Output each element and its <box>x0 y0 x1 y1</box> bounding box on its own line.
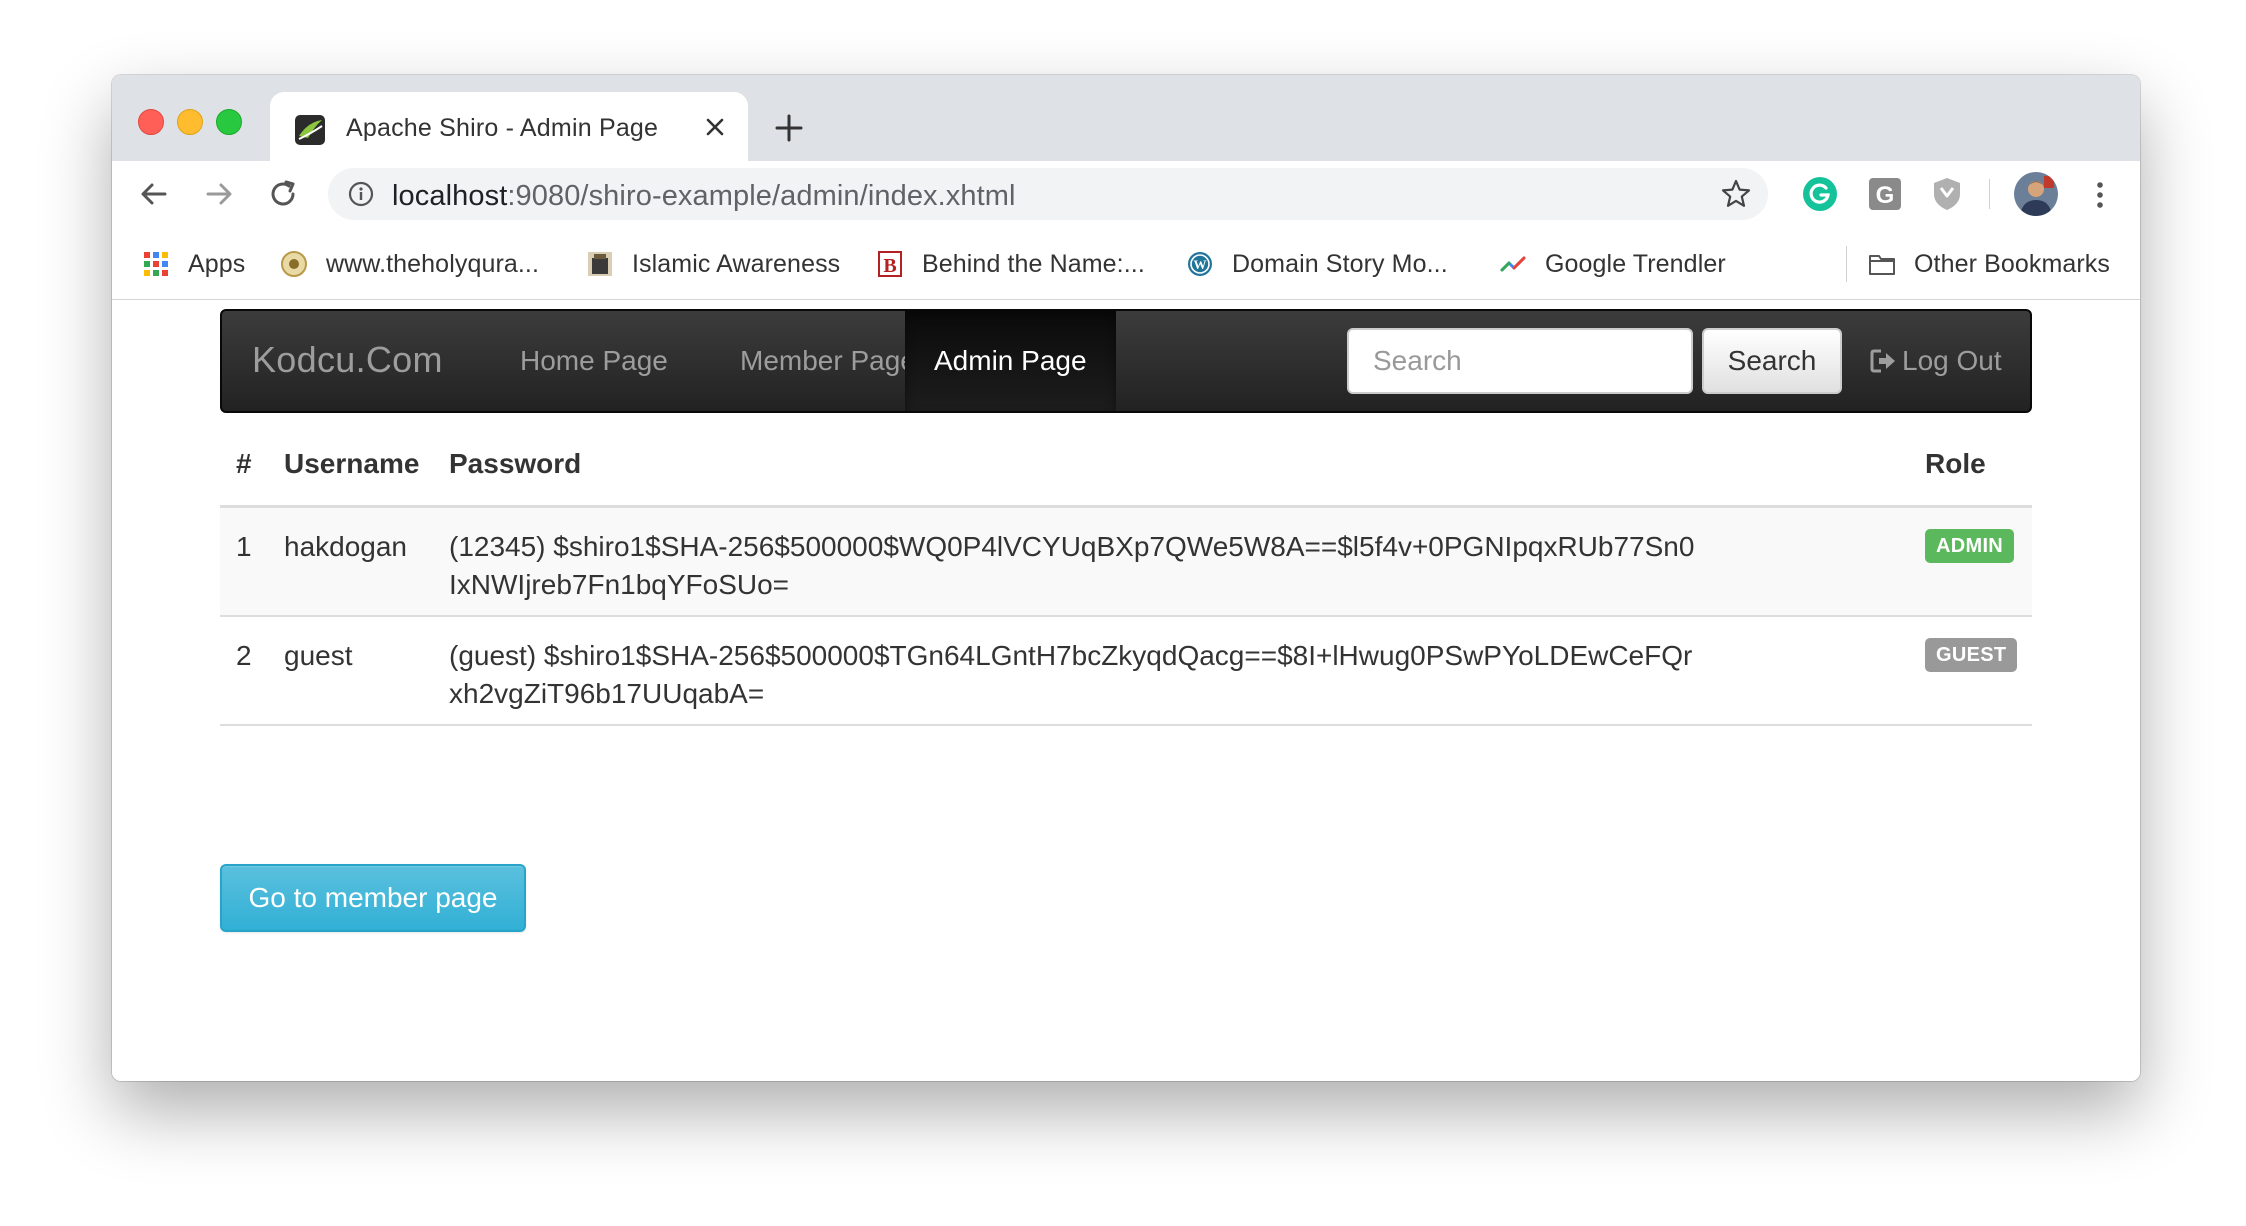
bookmark-label: Apps <box>188 249 246 278</box>
bookmark-label: Islamic Awareness <box>632 249 841 278</box>
bookmark-label: Other Bookmarks <box>1914 249 2111 278</box>
profile-avatar[interactable] <box>2014 172 2058 216</box>
quran-site-icon <box>281 251 307 277</box>
reload-icon[interactable] <box>264 174 304 214</box>
row-username: guest <box>284 640 353 671</box>
top-navbar: Kodcu.Com Home Page Member Page Admin Pa… <box>220 309 2032 413</box>
behind-the-name-icon: B <box>878 251 902 277</box>
toolbar-separator <box>1989 179 1990 209</box>
bookmark-theholyquran[interactable]: www.theholyqura... <box>280 249 539 279</box>
header-password: Password <box>449 448 582 479</box>
nav-home-page[interactable]: Home Page <box>490 311 698 411</box>
row-num: 1 <box>236 531 252 562</box>
users-table: # Username Password Role 1 hakdogan (123… <box>220 420 2032 726</box>
apps-grid-icon <box>144 252 168 276</box>
row-password: (guest) $shiro1$SHA-256$500000$TGn64LGnt… <box>449 640 1693 709</box>
bookmark-other-bookmarks[interactable]: Other Bookmarks <box>1868 249 2110 279</box>
brand-link[interactable]: Kodcu.Com <box>252 339 443 381</box>
browser-toolbar: localhost:9080/shiro-example/admin/index… <box>112 161 2140 227</box>
row-password: (12345) $shiro1$SHA-256$500000$WQ0P4lVCY… <box>449 531 1695 600</box>
navbar-search-button[interactable]: Search <box>1702 328 1842 394</box>
bookmark-label: Google Trendler <box>1545 249 1726 278</box>
bookmark-islamic-awareness[interactable]: Islamic Awareness <box>586 249 840 279</box>
close-window-button[interactable] <box>138 109 164 135</box>
browser-window: Apache Shiro - Admin Page localhost:9080… <box>112 75 2140 1081</box>
row-num: 2 <box>236 640 252 671</box>
tab-strip: Apache Shiro - Admin Page <box>112 75 2140 161</box>
google-trends-icon <box>1500 256 1526 272</box>
wordpress-icon: W <box>1188 252 1212 276</box>
table-row: 1 hakdogan (12345) $shiro1$SHA-256$50000… <box>220 508 2032 617</box>
shield-extension-icon[interactable] <box>1927 174 1967 214</box>
svg-text:G: G <box>1876 182 1895 209</box>
svg-text:W: W <box>1194 257 1207 272</box>
logout-label: Log Out <box>1902 345 2002 376</box>
tab-title: Apache Shiro - Admin Page <box>346 114 659 142</box>
bookmark-label: www.theholyqura... <box>326 249 540 278</box>
url-host: localhost <box>392 180 508 212</box>
tab-admin-page[interactable]: Apache Shiro - Admin Page <box>270 92 748 161</box>
bookmark-behind-the-name[interactable]: B Behind the Name:... <box>876 249 1145 279</box>
role-badge-guest: GUEST <box>1925 638 2018 672</box>
navbar-search-input[interactable] <box>1347 328 1693 394</box>
header-username: Username <box>284 448 420 479</box>
bookmark-apps[interactable]: Apps <box>142 249 245 279</box>
url-path: :9080/shiro-example/admin/index.xhtml <box>507 180 1016 212</box>
address-bar[interactable]: localhost:9080/shiro-example/admin/index… <box>328 168 1768 220</box>
bookmark-label: Behind the Name:... <box>922 249 1145 278</box>
header-num: # <box>236 448 252 479</box>
bookmarks-separator <box>1846 246 1847 282</box>
bookmark-google-trends[interactable]: Google Trendler <box>1499 249 1726 279</box>
folder-icon <box>1869 255 1895 275</box>
url-text[interactable]: localhost:9080/shiro-example/admin/index… <box>392 180 1016 213</box>
nav-admin-page[interactable]: Admin Page <box>905 311 1116 411</box>
islamic-awareness-icon <box>588 252 612 276</box>
maximize-window-button[interactable] <box>216 109 242 135</box>
site-info-icon[interactable] <box>348 181 374 207</box>
minimize-window-button[interactable] <box>177 109 203 135</box>
grammarly-icon[interactable] <box>1800 174 1840 214</box>
table-header-row: # Username Password Role <box>220 420 2032 508</box>
bookmark-star-icon[interactable] <box>1720 178 1752 210</box>
shiro-favicon-icon <box>295 115 325 145</box>
header-role: Role <box>1925 448 1986 479</box>
logout-link[interactable]: Log Out <box>1868 311 2002 411</box>
new-tab-icon[interactable] <box>772 111 806 145</box>
bookmark-domain-story[interactable]: W Domain Story Mo... <box>1186 249 1448 279</box>
role-badge-admin: ADMIN <box>1925 529 2015 563</box>
close-tab-icon[interactable] <box>700 112 730 142</box>
page-content: Kodcu.Com Home Page Member Page Admin Pa… <box>112 300 2140 1081</box>
bookmark-label: Domain Story Mo... <box>1232 249 1448 278</box>
row-username: hakdogan <box>284 531 408 562</box>
browser-menu-icon[interactable] <box>2090 175 2110 215</box>
go-to-member-page-button[interactable]: Go to member page <box>220 864 526 932</box>
g-extension-icon[interactable]: G <box>1865 174 1905 214</box>
svg-text:B: B <box>883 255 896 277</box>
logout-icon <box>1870 349 1895 373</box>
forward-arrow-icon[interactable] <box>199 174 239 214</box>
bookmarks-bar: Apps www.theholyqura... Islamic Awarenes… <box>112 227 2140 300</box>
table-row: 2 guest (guest) $shiro1$SHA-256$500000$T… <box>220 617 2032 726</box>
back-arrow-icon[interactable] <box>134 174 174 214</box>
